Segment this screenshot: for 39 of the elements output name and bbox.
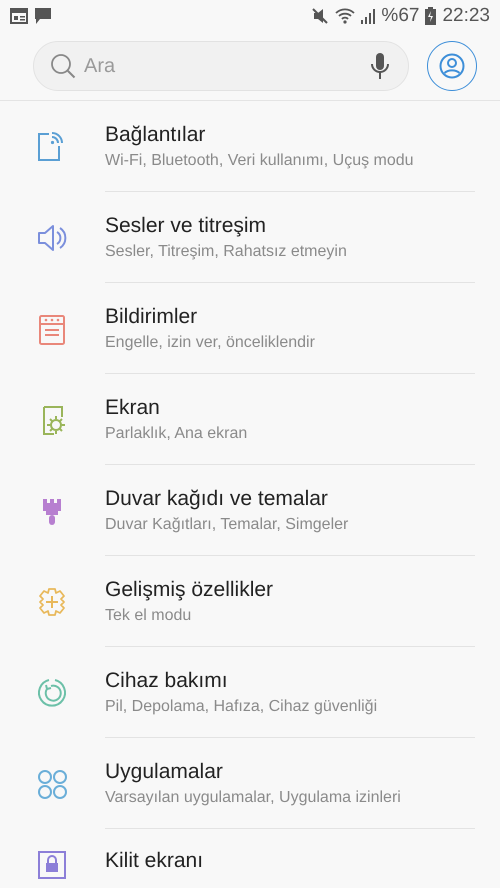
item-subtitle: Varsayılan uygulamalar, Uygulama izinleri xyxy=(105,789,401,807)
settings-item[interactable]: Ekran Parlaklık, Ana ekran xyxy=(0,374,500,465)
item-subtitle: Tek el modu xyxy=(105,607,192,625)
item-subtitle: Pil, Depolama, Hafıza, Cihaz güvenliği xyxy=(105,698,378,716)
settings-item[interactable]: Sesler ve titreşim Sesler, Titreşim, Rahatsız etmeyin xyxy=(0,192,500,283)
search-icon xyxy=(50,53,76,79)
item-subtitle: Parlaklık, Ana ekran xyxy=(105,425,248,443)
mute-icon xyxy=(311,7,330,25)
settings-item[interactable]: Bildirimler Engelle, izin ver, önceliklendir xyxy=(0,283,500,374)
item-title: Bağlantılar xyxy=(105,123,206,147)
microphone-icon[interactable] xyxy=(370,52,390,80)
item-subtitle: Duvar Kağıtları, Temalar, Simgeler xyxy=(105,516,348,534)
settings-item[interactable]: Kilit ekranı xyxy=(0,829,500,888)
settings-item[interactable]: Uygulamalar Varsayılan uygulamalar, Uygulama izinleri xyxy=(0,738,500,829)
settings-item[interactable]: Duvar kağıdı ve temalar Duvar Kağıtları, Temalar, Simgeler xyxy=(0,465,500,556)
item-subtitle: Sesler, Titreşim, Rahatsız etmeyin xyxy=(105,243,347,261)
settings-item[interactable]: Gelişmiş özellikler Tek el modu xyxy=(0,556,500,647)
item-subtitle: Engelle, izin ver, önceliklendir xyxy=(105,334,315,352)
item-subtitle: Wi-Fi, Bluetooth, Veri kullanımı, Uçuş modu xyxy=(105,152,414,170)
item-title: Gelişmiş özellikler xyxy=(105,578,274,602)
search-input[interactable]: Ara xyxy=(82,54,364,78)
clock-time: 22:23 xyxy=(442,5,490,27)
item-title: Bildirimler xyxy=(105,305,198,329)
item-title: Kilit ekranı xyxy=(105,849,204,873)
signal-icon xyxy=(361,8,376,24)
item-title: Uygulamalar xyxy=(105,760,224,784)
battery-icon xyxy=(425,7,436,25)
settings-item[interactable]: Cihaz bakımı Pil, Depolama, Hafıza, Cihaz güvenliği xyxy=(0,647,500,738)
item-title: Sesler ve titreşim xyxy=(105,214,268,238)
message-icon xyxy=(34,7,52,25)
item-title: Cihaz bakımı xyxy=(105,669,229,693)
profile-icon xyxy=(439,53,465,79)
item-title: Ekran xyxy=(105,396,161,420)
search-field[interactable]: Ara xyxy=(33,41,409,91)
settings-item[interactable]: Bağlantılar Wi-Fi, Bluetooth, Veri kullanımı, Uçuş modu xyxy=(0,101,500,192)
wifi-icon xyxy=(335,8,356,24)
account-button[interactable] xyxy=(427,41,477,91)
battery-level: %67 xyxy=(381,5,420,27)
item-title: Duvar kağıdı ve temalar xyxy=(105,487,329,511)
